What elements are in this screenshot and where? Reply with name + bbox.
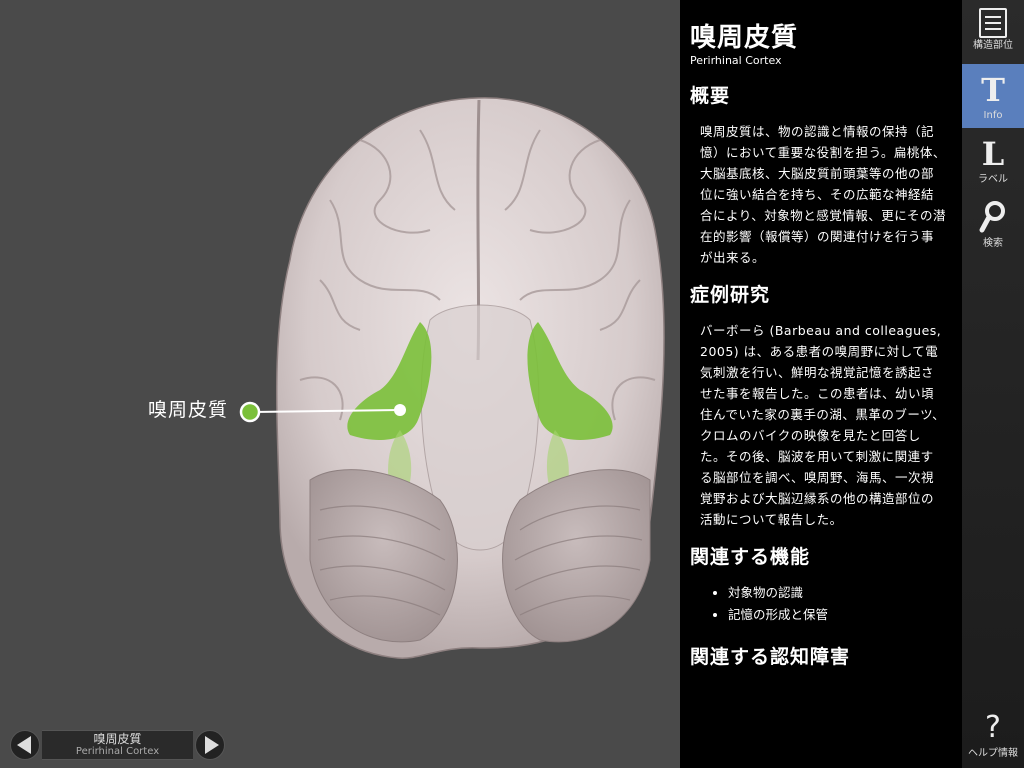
structures-button[interactable]: 構造部位	[962, 0, 1024, 64]
callout-label[interactable]: 嗅周皮質	[148, 395, 228, 422]
labels-button[interactable]: L ラベル	[962, 128, 1024, 192]
info-panel[interactable]: 嗅周皮質 Perirhinal Cortex 概要 嗅周皮質は、物の認識と情報の…	[680, 0, 962, 768]
previous-structure-button[interactable]	[10, 730, 40, 760]
brain-3d-model[interactable]	[0, 0, 680, 768]
labels-button-label: ラベル	[978, 174, 1008, 185]
list-icon	[979, 8, 1007, 38]
related-functions-list: 対象物の認識 記憶の形成と保管	[690, 582, 952, 626]
section-text-case-study: バーボーら (Barbeau and colleagues, 2005) は、あ…	[700, 323, 946, 527]
section-heading-overview: 概要	[690, 85, 731, 107]
right-arrow-icon	[205, 736, 219, 754]
current-structure-title: 嗅周皮質	[93, 732, 142, 746]
brain-viewer[interactable]: 嗅周皮質 嗅周皮質 Perirhinal Cortex	[0, 0, 680, 768]
info-button[interactable]: T Info	[962, 64, 1024, 128]
next-structure-button[interactable]	[195, 730, 225, 760]
section-text-overview: 嗅周皮質は、物の認識と情報の保持（記憶）において重要な役割を担う。扁桃体、大脳基…	[700, 124, 947, 265]
list-item: 対象物の認識	[728, 582, 952, 604]
section-heading-related-functions: 関連する機能	[690, 546, 811, 568]
structures-button-label: 構造部位	[973, 40, 1013, 51]
label-l-icon: L	[981, 135, 1005, 173]
callout-marker[interactable]	[239, 401, 261, 423]
current-structure-subtitle: Perirhinal Cortex	[75, 746, 160, 757]
info-t-icon: T	[981, 71, 1005, 109]
current-structure-display: 嗅周皮質 Perirhinal Cortex	[42, 730, 193, 760]
info-button-label: Info	[983, 110, 1003, 121]
search-button-label: 検索	[983, 238, 1003, 249]
structure-navigator: 嗅周皮質 Perirhinal Cortex	[10, 730, 225, 760]
search-button[interactable]: 検索	[962, 192, 1024, 256]
left-arrow-icon	[17, 736, 31, 754]
callout-anchor	[394, 404, 406, 416]
section-heading-related-disorders: 関連する認知障害	[690, 646, 851, 668]
help-button-label: ヘルプ情報	[968, 748, 1018, 759]
help-question-icon: ?	[985, 710, 1001, 745]
list-item: 記憶の形成と保管	[728, 604, 952, 626]
section-heading-case-study: 症例研究	[690, 284, 771, 306]
help-button[interactable]: ? ヘルプ情報	[962, 702, 1024, 766]
magnifier-icon	[976, 198, 1010, 238]
structure-subtitle: Perirhinal Cortex	[690, 54, 782, 67]
structure-title: 嗅周皮質	[690, 23, 799, 53]
right-toolbar: 構造部位 T Info L ラベル 検索 ? ヘルプ情報	[962, 0, 1024, 768]
